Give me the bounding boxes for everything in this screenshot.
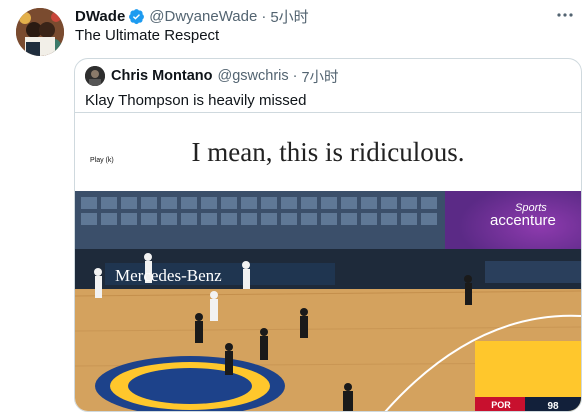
score-value-label: 98	[547, 401, 559, 412]
quoted-tweet-header: Chris Montano @gswchris · 7小时	[85, 66, 339, 86]
tweet-timestamp[interactable]: 5小时	[270, 6, 308, 27]
author-avatar[interactable]	[16, 8, 64, 56]
quoted-author-avatar	[85, 66, 105, 86]
quoted-tweet-text: Klay Thompson is heavily missed	[85, 92, 307, 109]
play-button-tooltip[interactable]: Play (k)	[87, 156, 117, 165]
quoted-author-name: Chris Montano	[111, 68, 213, 84]
video-player[interactable]: I mean, this is ridiculous. POR 98 Merce…	[75, 112, 581, 412]
author-handle[interactable]: @DwyaneWade	[149, 8, 257, 25]
separator-dot: ·	[261, 7, 267, 25]
tweet-header: DWade @DwyaneWade · 5小时	[75, 6, 309, 26]
sponsor-logo-text: accenture	[490, 212, 556, 229]
tweet-text: The Ultimate Respect	[75, 27, 220, 44]
quoted-tweet-timestamp: 7小时	[301, 69, 339, 86]
author-name[interactable]: DWade	[75, 8, 125, 25]
video-caption: I mean, this is ridiculous.	[191, 137, 465, 167]
verified-badge-icon	[128, 8, 145, 25]
banner-logo-text: Mercedes-Benz	[115, 266, 222, 285]
quoted-author-handle: @gswchris	[217, 68, 289, 84]
quoted-tweet-card[interactable]: Chris Montano @gswchris · 7小时 Klay Thomp…	[74, 58, 582, 412]
basketball-court-frame: POR 98 Mercedes-Benz Sports accenture	[75, 191, 581, 412]
more-options-icon[interactable]	[553, 4, 577, 26]
separator-dot: ·	[292, 68, 298, 84]
